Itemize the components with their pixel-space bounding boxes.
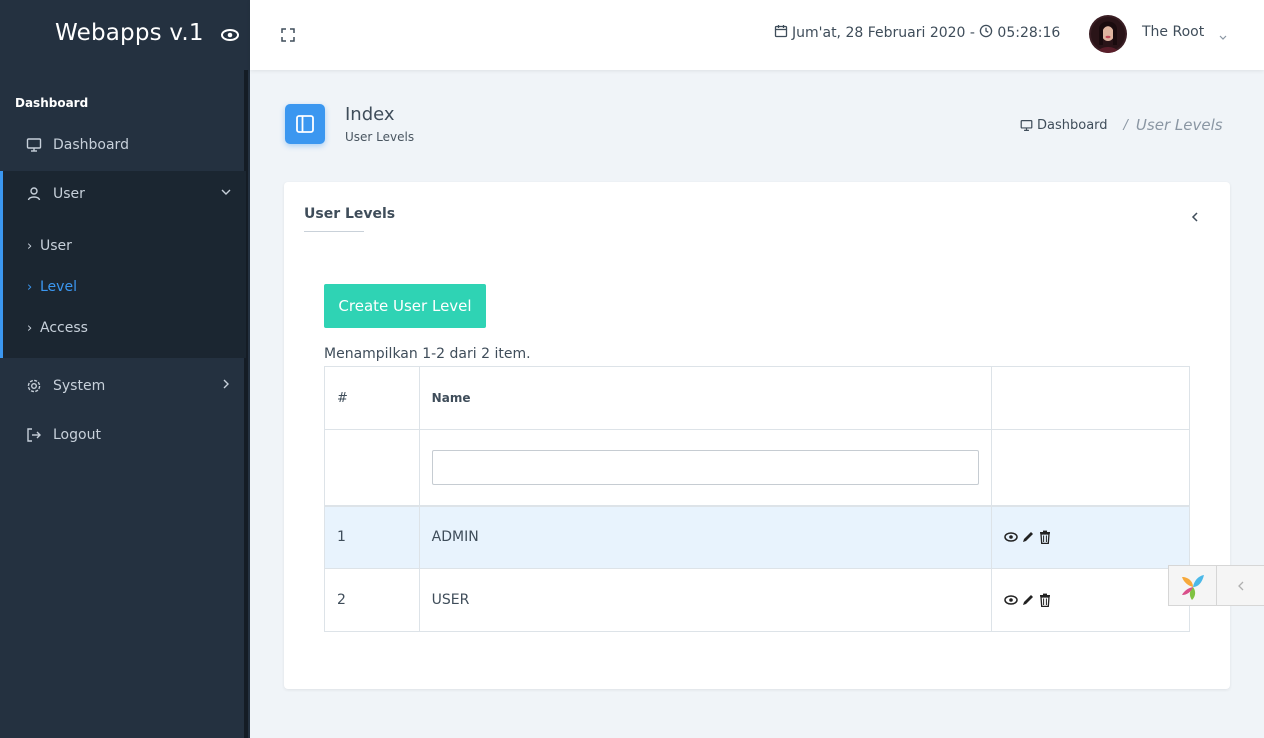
brand: Webapps v.1 (0, 0, 250, 70)
submenu-item-access[interactable]: › Access (3, 308, 246, 348)
column-header-name[interactable]: Name (418, 366, 992, 430)
submenu-item-label: User (40, 238, 72, 254)
calendar-icon (774, 24, 792, 42)
sidebar-section-label: Dashboard (15, 96, 89, 110)
edit-icon[interactable] (1021, 530, 1035, 544)
sidebar: Webapps v.1 Dashboard Dashboard User › U… (0, 0, 250, 738)
topbar: Jum'at, 28 Februari 2020 - 05:28:16 The … (250, 0, 1264, 70)
chevron-down-icon[interactable] (1218, 27, 1228, 40)
row-name: USER (418, 568, 992, 632)
create-user-level-button[interactable]: Create User Level (324, 284, 486, 328)
filter-cell-empty (324, 429, 420, 507)
breadcrumb-current: User Levels (1135, 116, 1223, 134)
breadcrumb-home[interactable]: Dashboard (1020, 118, 1108, 133)
sidebar-item-label: User (53, 186, 85, 202)
row-actions (990, 505, 1191, 569)
table-header-row: # Name (324, 366, 1191, 430)
grid-summary: Menampilkan 1-2 dari 2 item. (324, 346, 531, 362)
row-name: ADMIN (418, 505, 992, 569)
chevron-right-icon: › (27, 320, 33, 336)
user-icon (26, 186, 42, 202)
sidebar-item-logout[interactable]: Logout (0, 412, 246, 458)
logout-icon (26, 427, 42, 443)
sidebar-item-system[interactable]: System (0, 363, 246, 409)
user-levels-card: User Levels Create User Level Menampilka… (284, 182, 1230, 689)
breadcrumb-home-label: Dashboard (1037, 117, 1108, 133)
debug-toolbar (1168, 565, 1264, 606)
name-filter-input[interactable] (431, 449, 979, 485)
current-time: 05:28:16 (997, 25, 1061, 41)
clock-icon (979, 24, 997, 42)
breadcrumb-separator: / (1123, 117, 1128, 133)
submenu-item-user[interactable]: › User (3, 226, 246, 266)
eye-icon[interactable] (220, 26, 240, 44)
monitor-icon (1020, 119, 1033, 132)
table-row[interactable]: 2 USER (324, 568, 1191, 632)
sidebar-item-label: Logout (53, 427, 101, 443)
submenu-item-label: Level (40, 279, 77, 295)
table-row[interactable]: 1 ADMIN (324, 505, 1191, 569)
delete-icon[interactable] (1038, 593, 1052, 607)
chevron-right-icon (220, 377, 232, 391)
edit-icon[interactable] (1021, 593, 1035, 607)
debug-toolbar-toggle[interactable] (1217, 566, 1264, 606)
datetime: Jum'at, 28 Februari 2020 - 05:28:16 (774, 24, 1060, 42)
chevron-left-icon (1236, 580, 1246, 592)
card-title-underline (304, 231, 364, 232)
filter-row (324, 429, 1191, 507)
user-submenu: › User › Level › Access (0, 216, 246, 358)
yii-logo-icon[interactable] (1169, 566, 1217, 606)
gear-icon (26, 378, 42, 394)
sidebar-item-user[interactable]: User (0, 171, 246, 217)
filter-cell-name (418, 429, 992, 507)
sidebar-item-label: Dashboard (53, 137, 129, 153)
monitor-icon (26, 137, 42, 153)
page-icon (285, 104, 325, 144)
breadcrumb: Dashboard / User Levels (1020, 116, 1223, 134)
submenu-item-label: Access (40, 320, 88, 336)
avatar[interactable] (1089, 15, 1127, 53)
submenu-item-level[interactable]: › Level (3, 267, 246, 307)
current-date: Jum'at, 28 Februari 2020 - (792, 25, 980, 41)
user-levels-table: # Name 1 ADMIN 2 USER (324, 366, 1191, 632)
page-subtitle: User Levels (345, 130, 415, 144)
page-title: Index (345, 104, 395, 125)
brand-name[interactable]: Webapps v.1 (55, 20, 204, 46)
card-title: User Levels (304, 206, 396, 222)
column-header-actions (990, 366, 1191, 430)
chevron-right-icon: › (27, 279, 33, 295)
row-actions (990, 568, 1191, 632)
row-number: 1 (324, 505, 420, 569)
sidebar-item-dashboard[interactable]: Dashboard (0, 122, 246, 168)
row-number: 2 (324, 568, 420, 632)
column-header-number[interactable]: # (324, 366, 420, 430)
view-icon[interactable] (1003, 531, 1018, 543)
user-name[interactable]: The Root (1142, 24, 1204, 40)
chevron-left-icon[interactable] (1190, 208, 1200, 222)
chevron-down-icon (220, 185, 232, 199)
fullscreen-icon[interactable] (280, 27, 296, 43)
sidebar-item-label: System (53, 378, 106, 394)
chevron-right-icon: › (27, 238, 33, 254)
filter-cell-empty (990, 429, 1191, 507)
view-icon[interactable] (1003, 594, 1018, 606)
delete-icon[interactable] (1038, 530, 1052, 545)
